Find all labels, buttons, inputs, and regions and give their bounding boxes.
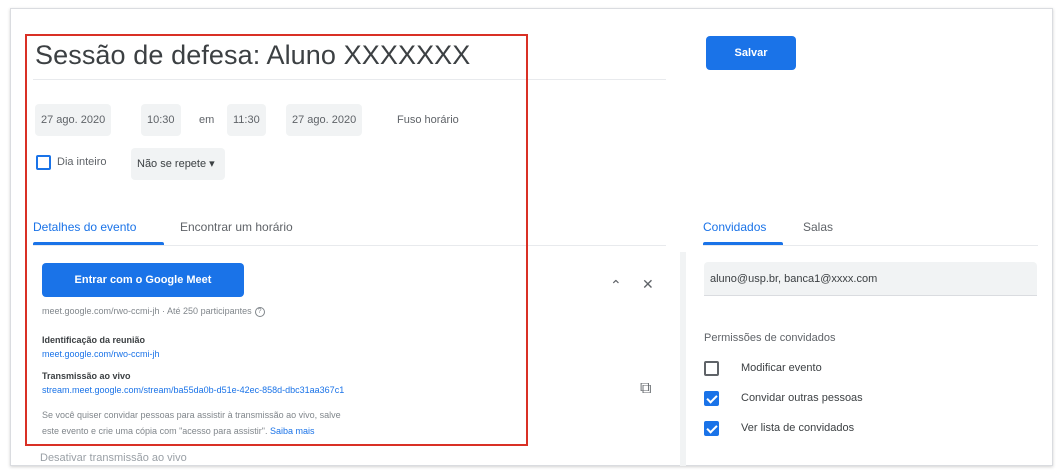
tab-event-details[interactable]: Detalhes do evento <box>33 212 136 242</box>
tab-rooms[interactable]: Salas <box>803 212 833 242</box>
permission-invite-others-label: Convidar outras pessoas <box>741 392 863 404</box>
meet-link-text[interactable]: meet.google.com/rwo-ccmi-jh · Até 250 pa… <box>42 306 252 316</box>
guests-input[interactable]: aluno@usp.br, banca1@xxxx.com <box>704 262 1037 296</box>
meeting-id-title: Identificação da reunião <box>42 335 146 345</box>
start-time-field[interactable]: 10:30 <box>141 104 181 136</box>
allday-checkbox[interactable] <box>36 155 51 170</box>
meet-link-line[interactable]: meet.google.com/rwo-ccmi-jh · Até 250 pa… <box>42 304 265 318</box>
disable-live-stream-option[interactable]: Desativar transmissão ao vivo <box>40 452 187 464</box>
scrollbar-track[interactable] <box>680 252 686 466</box>
tab-guests[interactable]: Convidados <box>703 212 766 242</box>
tab-find-time[interactable]: Encontrar um horário <box>180 212 293 242</box>
live-stream-note-text: este evento e crie uma cópia com "acesso… <box>42 426 268 436</box>
live-stream-title: Transmissão ao vivo <box>42 371 131 381</box>
live-stream-note-line2: este evento e crie uma cópia com "acesso… <box>42 424 315 438</box>
timezone-link[interactable]: Fuso horário <box>397 104 459 136</box>
tabs-divider <box>33 245 666 246</box>
right-tabs-divider <box>703 245 1038 246</box>
live-stream-link[interactable]: stream.meet.google.com/stream/ba55da0b-d… <box>42 383 344 397</box>
title-underline <box>33 79 666 80</box>
help-icon[interactable]: ? <box>254 306 265 317</box>
copy-icon[interactable]: ⧉ <box>640 381 651 397</box>
repeat-dropdown[interactable]: Não se repete ▾ <box>131 148 225 180</box>
permission-see-guest-list-label: Ver lista de convidados <box>741 422 855 434</box>
permission-modify-event-label: Modificar evento <box>741 362 822 374</box>
permission-invite-others-checkbox[interactable] <box>704 391 719 406</box>
meeting-id-link[interactable]: meet.google.com/rwo-ccmi-jh <box>42 347 160 361</box>
learn-more-link[interactable]: Saiba mais <box>270 426 315 436</box>
permission-see-guest-list-checkbox[interactable] <box>704 421 719 436</box>
event-title-input[interactable]: Sessão de defesa: Aluno XXXXXXX <box>35 40 470 71</box>
allday-label: Dia inteiro <box>57 156 107 168</box>
close-icon[interactable]: ✕ <box>642 276 654 292</box>
collapse-icon[interactable]: ⌃ <box>610 277 622 293</box>
start-date-field[interactable]: 27 ago. 2020 <box>35 104 112 136</box>
join-google-meet-button[interactable]: Entrar com o Google Meet <box>42 263 244 297</box>
permission-modify-event-checkbox[interactable] <box>704 361 719 376</box>
save-button[interactable]: Salvar <box>706 36 796 70</box>
event-editor-window <box>10 8 1053 466</box>
end-time-field[interactable]: 11:30 <box>227 104 266 136</box>
live-stream-note-line1: Se você quiser convidar pessoas para ass… <box>42 410 341 420</box>
to-separator: em <box>199 114 215 126</box>
guest-permissions-title: Permissões de convidados <box>704 332 836 344</box>
end-date-field[interactable]: 27 ago. 2020 <box>286 104 363 136</box>
